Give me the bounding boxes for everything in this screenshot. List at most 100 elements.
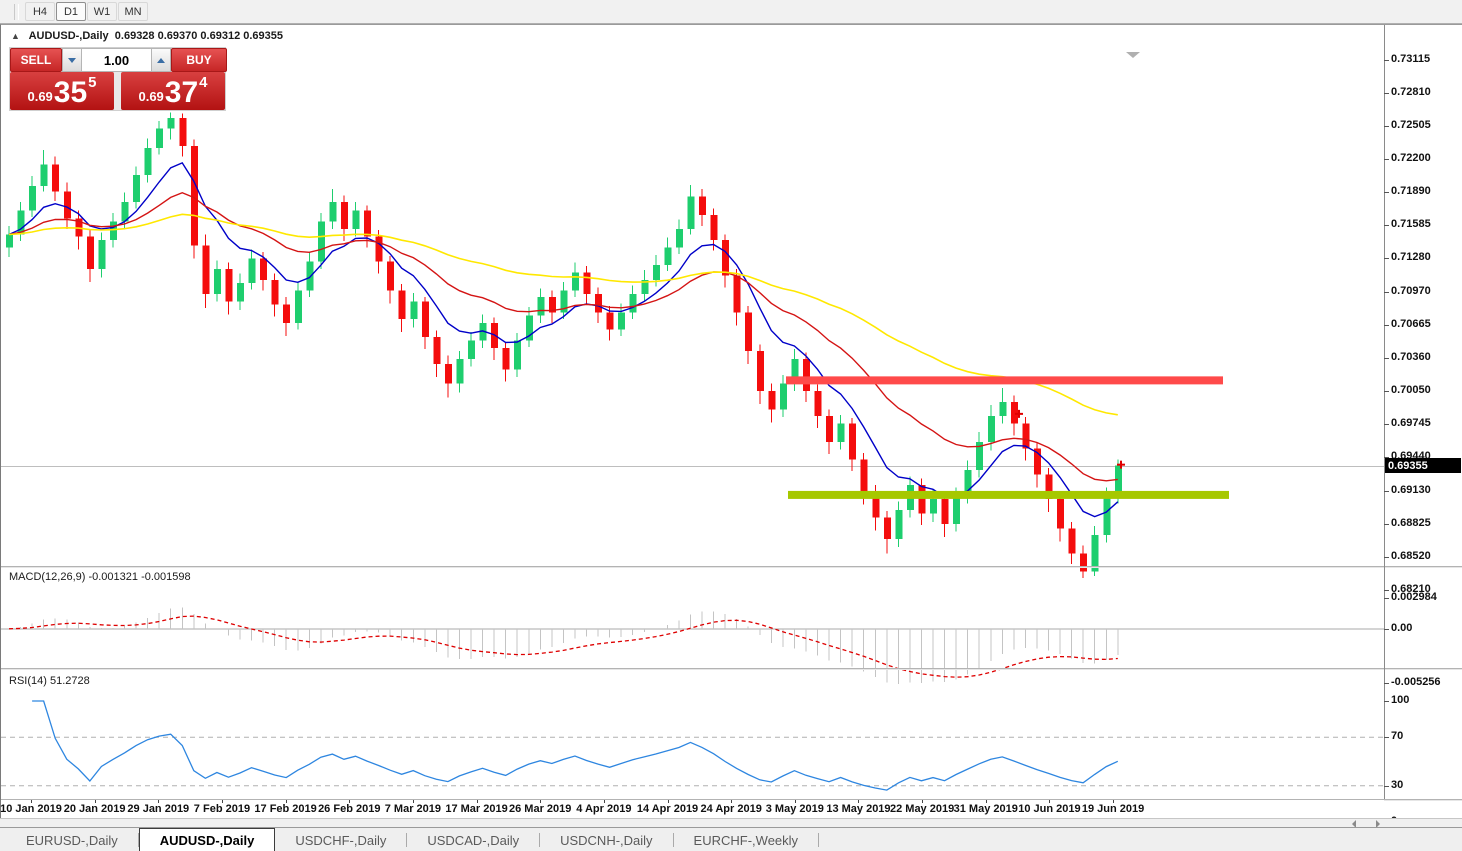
timeframe-toolbar: H4 D1 W1 MN <box>0 0 1462 24</box>
date-axis-label: 4 Apr 2019 <box>576 803 632 815</box>
tab-eurusd[interactable]: EURUSD-,Daily <box>6 828 138 851</box>
buy-price-prefix: 0.69 <box>138 89 164 104</box>
date-axis-label: 24 Apr 2019 <box>700 803 762 815</box>
price-axis-tick <box>1384 523 1389 525</box>
price-axis-label: 0.71890 <box>1391 185 1431 198</box>
date-axis-label: 26 Mar 2019 <box>508 803 572 815</box>
price-axis-label: 0.68520 <box>1391 549 1431 562</box>
buy-price-big-digits: 37 <box>164 76 199 109</box>
volume-increase-button[interactable] <box>151 48 171 72</box>
macd-indicator-canvas[interactable] <box>1 592 1384 692</box>
date-axis-label: 26 Feb 2019 <box>318 803 381 815</box>
sell-price-display[interactable]: 0.69 35 5 <box>10 72 114 110</box>
macd-axis-label: 0.00 <box>1391 621 1413 634</box>
price-axis-label: 0.70970 <box>1391 284 1431 297</box>
buy-button[interactable]: BUY <box>171 48 227 72</box>
tab-usdchf[interactable]: USDCHF-,Daily <box>275 828 406 851</box>
chart-window: 0.73115 0.72810 0.72505 0.72200 0.71890 0.715… <box>0 24 1462 827</box>
date-axis-label: 10 Jun 2019 <box>1018 803 1081 815</box>
sell-price-pip-digit: 5 <box>88 74 97 91</box>
macd-label: MACD(12,26,9) -0.001321 -0.001598 <box>9 571 191 583</box>
timeframe-button-mn[interactable]: MN <box>118 2 148 21</box>
date-axis-label: 19 Jun 2019 <box>1081 803 1145 815</box>
toolbar-grip[interactable] <box>14 3 19 20</box>
price-axis-tick <box>1384 556 1389 558</box>
macd-axis-tick <box>1384 683 1389 684</box>
rsi-axis-tick <box>1384 737 1389 739</box>
price-axis-label: 0.72505 <box>1391 118 1431 131</box>
current-price-tag: 0.69355 <box>1385 458 1461 474</box>
price-axis-tick <box>1384 225 1389 227</box>
volume-input[interactable] <box>82 48 151 72</box>
price-axis-tick <box>1384 391 1389 393</box>
price-axis-label: 0.72810 <box>1391 85 1431 98</box>
chart-macd-splitter[interactable] <box>1 566 1462 568</box>
date-axis-label: 7 Feb 2019 <box>193 803 251 815</box>
candles-layer <box>6 112 1122 579</box>
price-axis-tick <box>1384 158 1389 160</box>
rsi-axis-tick <box>1384 785 1389 787</box>
price-axis-tick <box>1384 258 1389 260</box>
price-axis-label: 0.69745 <box>1391 417 1431 430</box>
rsi-axis-label: 30 <box>1391 778 1404 791</box>
sell-button[interactable]: SELL <box>10 48 62 72</box>
tab-separator <box>818 833 820 847</box>
date-axis-label: 10 Jan 2019 <box>0 803 62 815</box>
macd-axis-tick <box>1384 598 1389 599</box>
date-axis-label: 13 May 2019 <box>826 803 891 815</box>
price-axis-tick <box>1384 357 1389 359</box>
sell-price-big-digits: 35 <box>53 76 88 109</box>
price-axis-tick <box>1384 125 1389 127</box>
price-axis-tick <box>1384 324 1389 326</box>
date-axis-label: 22 May 2019 <box>889 803 955 815</box>
resistance-line[interactable] <box>786 376 1223 385</box>
rsi-axis-tick <box>1384 701 1389 702</box>
collapse-arrow-icon[interactable]: ▲ <box>11 31 20 41</box>
macd-rsi-splitter[interactable] <box>1 668 1462 670</box>
price-axis-label: 0.71585 <box>1391 218 1431 231</box>
price-axis-label: 0.70665 <box>1391 317 1431 330</box>
rsi-axis-label: 100 <box>1391 694 1410 706</box>
price-chart-canvas[interactable] <box>1 49 1384 590</box>
support-line[interactable] <box>788 490 1229 499</box>
tab-usdcnh[interactable]: USDCNH-,Daily <box>540 828 672 851</box>
price-axis-tick <box>1384 590 1389 591</box>
timeframe-button-d1[interactable]: D1 <box>56 2 86 21</box>
timeframe-buttons: H4 D1 W1 MN <box>25 2 149 21</box>
price-axis-tick <box>1384 192 1389 194</box>
date-axis[interactable]: 10 Jan 2019 20 Jan 2019 29 Jan 2019 7 Feb 2… <box>0 800 1384 819</box>
macd-axis-label: 0.002984 <box>1391 591 1437 603</box>
mt4-terminal: H4 D1 W1 MN 0.73115 0.72810 0.72505 0.72200 0.7… <box>0 0 1462 851</box>
date-axis-label: 17 Mar 2019 <box>445 803 508 815</box>
date-axis-label: 31 May 2019 <box>953 803 1018 815</box>
sell-price-prefix: 0.69 <box>27 89 53 104</box>
chart-shift-marker-icon[interactable] <box>1126 52 1140 58</box>
tab-usdcad[interactable]: USDCAD-,Daily <box>407 828 539 851</box>
price-axis-label: 0.72200 <box>1391 151 1431 164</box>
rsi-line <box>32 700 1119 791</box>
price-axis-tick <box>1384 424 1389 426</box>
price-axis-label: 0.70360 <box>1391 350 1431 363</box>
price-axis-tick <box>1384 60 1389 61</box>
date-axis-label: 17 Feb 2019 <box>254 803 317 815</box>
timeframe-button-w1[interactable]: W1 <box>87 2 117 21</box>
chart-tabs: EURUSD-,Daily AUDUSD-,Daily USDCHF-,Daily U… <box>0 827 1462 851</box>
date-axis-label: 3 May 2019 <box>765 803 824 815</box>
date-axis-label: 29 Jan 2019 <box>127 803 190 815</box>
price-axis-label: 0.68825 <box>1391 516 1431 529</box>
price-axis-label: 0.70050 <box>1391 384 1431 397</box>
chevron-down-icon <box>68 57 76 67</box>
price-axis-label: 0.69130 <box>1391 483 1431 496</box>
rsi-axis-label: 70 <box>1391 730 1404 743</box>
tab-audusd[interactable]: AUDUSD-,Daily <box>138 828 276 851</box>
moving-average-mid <box>8 191 1118 482</box>
price-axis-tick <box>1384 291 1389 293</box>
rsi-label: RSI(14) 51.2728 <box>9 675 90 687</box>
timeframe-button-h4[interactable]: H4 <box>25 2 55 21</box>
tab-eurchf[interactable]: EURCHF-,Weekly <box>674 828 819 851</box>
macd-axis-tick <box>1384 628 1389 630</box>
buy-price-display[interactable]: 0.69 37 4 <box>121 72 225 110</box>
volume-decrease-button[interactable] <box>62 48 82 72</box>
current-price-value: 0.69355 <box>1388 459 1428 472</box>
chart-title: ▲ AUDUSD-,Daily 0.69328 0.69370 0.69312 … <box>11 30 283 42</box>
